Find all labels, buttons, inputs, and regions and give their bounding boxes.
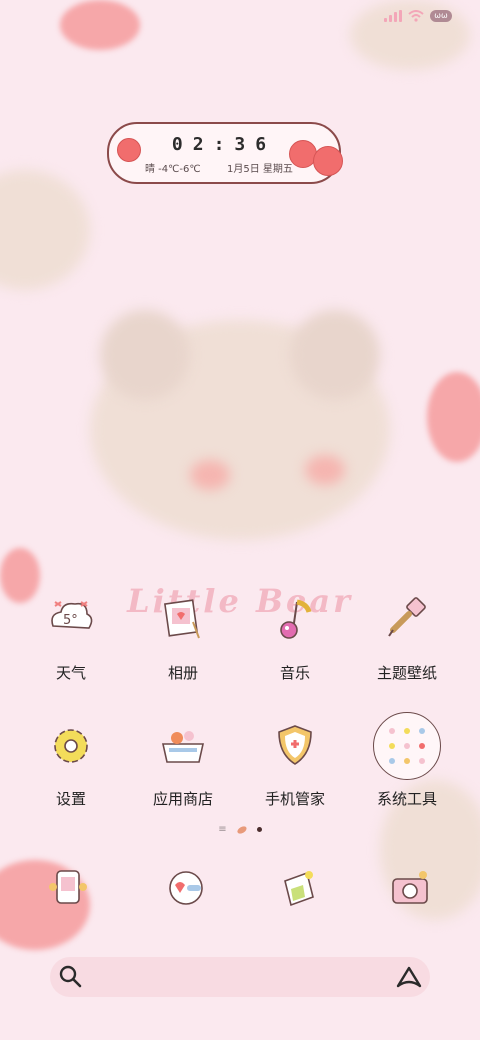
app-label: 应用商店 bbox=[152, 790, 213, 808]
dock-phone[interactable] bbox=[38, 858, 98, 918]
app-label: 手机管家 bbox=[264, 790, 325, 808]
app-music[interactable]: 音乐 bbox=[240, 590, 350, 683]
gallery-icon bbox=[153, 590, 213, 650]
wifi-icon bbox=[408, 10, 424, 22]
settings-gear-icon bbox=[41, 716, 101, 776]
search-icon[interactable] bbox=[58, 964, 84, 990]
app-store-basket-icon bbox=[153, 716, 213, 776]
theme-brush-icon bbox=[377, 590, 437, 650]
page-dot-active bbox=[256, 827, 262, 832]
clock-time: 02:36 bbox=[171, 134, 277, 155]
clock-weather-widget[interactable]: 02:36 晴 -4℃-6℃ 1月5日 星期五 bbox=[107, 122, 343, 184]
app-label: 音乐 bbox=[279, 664, 310, 682]
app-gallery[interactable]: 相册 bbox=[128, 590, 238, 683]
search-bar[interactable] bbox=[50, 957, 430, 997]
app-label: 相册 bbox=[167, 664, 198, 682]
page-indicator[interactable]: ≡ bbox=[0, 824, 480, 835]
weather-icon: 5° bbox=[41, 590, 101, 650]
app-settings[interactable]: 设置 bbox=[16, 716, 126, 809]
phone-icon bbox=[49, 870, 87, 904]
dock-messages[interactable] bbox=[156, 858, 216, 918]
music-icon bbox=[265, 590, 325, 650]
browser-icon bbox=[284, 871, 314, 907]
app-phone-manager[interactable]: 手机管家 bbox=[240, 716, 350, 809]
messages-icon bbox=[169, 871, 203, 905]
dock-browser[interactable] bbox=[268, 858, 328, 918]
signal-icon bbox=[384, 10, 402, 22]
svg-text:5°: 5° bbox=[63, 613, 78, 628]
status-bar: ωω bbox=[384, 10, 452, 22]
phone-manager-shield-icon bbox=[265, 716, 325, 776]
leaf-icon bbox=[235, 824, 248, 835]
system-tools-folder-icon bbox=[373, 712, 441, 780]
app-label: 系统工具 bbox=[376, 790, 437, 808]
battery-icon: ωω bbox=[430, 10, 452, 22]
app-themes[interactable]: 主题壁纸 bbox=[352, 590, 462, 683]
camera-icon bbox=[392, 871, 428, 904]
app-weather[interactable]: 5° 天气 bbox=[16, 590, 126, 683]
assistant-icon[interactable] bbox=[394, 964, 424, 990]
app-store[interactable]: 应用商店 bbox=[128, 716, 238, 809]
dock-camera[interactable] bbox=[380, 858, 440, 918]
app-label: 天气 bbox=[55, 664, 86, 682]
app-label: 设置 bbox=[55, 790, 86, 808]
menu-lines-icon: ≡ bbox=[218, 824, 227, 835]
app-system-tools-folder[interactable]: 系统工具 bbox=[352, 712, 462, 809]
weather-text: 晴 -4℃-6℃ bbox=[145, 164, 201, 175]
app-label: 主题壁纸 bbox=[376, 664, 437, 682]
date-text: 1月5日 星期五 bbox=[227, 164, 293, 175]
